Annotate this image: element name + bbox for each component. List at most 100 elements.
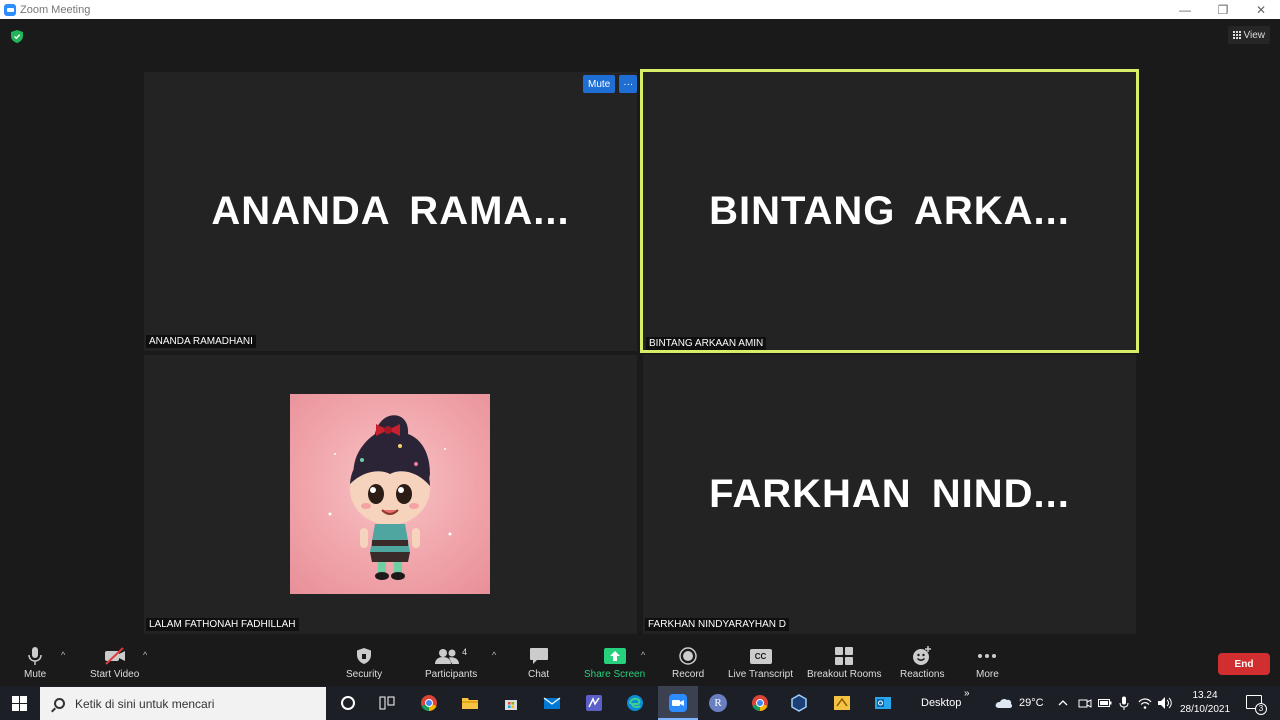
- battery-icon[interactable]: [1098, 698, 1112, 708]
- breakout-rooms-button[interactable]: Breakout Rooms: [807, 646, 881, 680]
- participant-tile-active-speaker[interactable]: BINTANG ARKA... BINTANG ARKAAN AMIN: [640, 69, 1139, 353]
- whiteboard-app-icon[interactable]: [585, 694, 603, 712]
- tile-tools: Mute ···: [583, 75, 638, 93]
- task-view-icon[interactable]: [378, 694, 396, 712]
- restore-button[interactable]: ❐: [1204, 0, 1242, 19]
- show-hidden-icons-chevron-icon[interactable]: [1058, 699, 1068, 707]
- view-button[interactable]: View: [1227, 26, 1270, 44]
- breakout-rooms-icon: [835, 647, 854, 665]
- cartoon-girl-avatar-icon: [328, 415, 452, 580]
- zoom-logo-icon: [4, 3, 16, 16]
- participant-name-label: FARKHAN NINDYARAYHAN D: [645, 618, 789, 631]
- more-label: More: [976, 669, 999, 680]
- mute-button[interactable]: Mute: [24, 646, 46, 680]
- outlook-icon[interactable]: [874, 694, 892, 712]
- wifi-icon[interactable]: [1138, 696, 1152, 710]
- windows-taskbar: Ketik di sini untuk mencari R Desktop » …: [0, 686, 1280, 720]
- weather-cloud-icon[interactable]: [995, 697, 1013, 709]
- end-meeting-button[interactable]: End: [1218, 653, 1270, 675]
- windows-start-icon[interactable]: [12, 696, 27, 711]
- chat-bubble-icon: [529, 648, 548, 664]
- volume-icon[interactable]: [1157, 696, 1173, 710]
- mail-icon[interactable]: [543, 694, 561, 712]
- chrome-icon[interactable]: [420, 694, 438, 712]
- sticky-tools-icon[interactable]: [833, 694, 851, 712]
- share-screen-icon: [603, 648, 626, 664]
- participants-label: Participants: [425, 669, 478, 680]
- share-options-caret-icon[interactable]: ^: [641, 650, 645, 660]
- participant-name-large: ANANDA RAMA...: [211, 189, 570, 233]
- audio-options-caret-icon[interactable]: ^: [61, 650, 65, 660]
- participant-more-button[interactable]: ···: [619, 75, 638, 93]
- chat-label: Chat: [528, 669, 550, 680]
- view-label: View: [1243, 29, 1266, 41]
- r-app-icon[interactable]: R: [709, 694, 727, 712]
- search-placeholder: Ketik di sini untuk mencari: [75, 696, 215, 711]
- notification-count-badge: 3: [1255, 703, 1267, 715]
- record-icon: [679, 647, 697, 665]
- chrome-profile-icon[interactable]: [751, 694, 769, 712]
- more-button[interactable]: More: [976, 646, 999, 680]
- virtualbox-icon[interactable]: [790, 694, 808, 712]
- clock-date: 28/10/2021: [1179, 704, 1231, 715]
- live-transcript-button[interactable]: CC Live Transcript: [728, 646, 793, 680]
- live-transcript-label: Live Transcript: [728, 669, 794, 680]
- encryption-shield-icon[interactable]: [11, 30, 23, 43]
- meet-now-icon[interactable]: [1078, 697, 1092, 709]
- participant-name-large: FARKHAN NIND...: [709, 472, 1070, 516]
- participants-icon: [435, 649, 460, 664]
- window-title: Zoom Meeting: [20, 3, 91, 16]
- participant-tile[interactable]: ANANDA RAMA... ANANDA RAMADHANI: [144, 72, 637, 351]
- participant-tile[interactable]: LALAM FATHONAH FADHILLAH: [144, 355, 637, 634]
- participant-name-label: BINTANG ARKAAN AMIN: [646, 337, 767, 350]
- desktop-toolbar-label[interactable]: Desktop: [921, 686, 961, 720]
- closed-caption-icon: CC: [749, 648, 772, 664]
- participants-options-caret-icon[interactable]: ^: [492, 650, 496, 660]
- share-screen-label: Share Screen: [584, 669, 646, 680]
- security-shield-icon: [357, 648, 372, 664]
- record-label: Record: [672, 669, 705, 680]
- participants-button[interactable]: 4 Participants: [425, 646, 477, 680]
- video-off-icon: [104, 647, 125, 665]
- security-button[interactable]: Security: [346, 646, 382, 680]
- weather-temperature[interactable]: 29°C: [1019, 686, 1044, 720]
- edge-icon[interactable]: [626, 694, 644, 712]
- search-icon: [54, 698, 65, 709]
- zoom-taskbar-app[interactable]: [658, 686, 698, 720]
- grid-view-icon: [1232, 31, 1241, 39]
- microphone-icon: [28, 647, 42, 665]
- microsoft-store-icon[interactable]: [502, 694, 520, 712]
- window-titlebar: Zoom Meeting — ❐ ✕: [0, 0, 1280, 19]
- action-center-icon[interactable]: 3: [1246, 695, 1267, 715]
- mute-label: Mute: [24, 669, 47, 680]
- taskbar-clock[interactable]: 13.24 28/10/2021: [1178, 689, 1232, 717]
- participant-name-label: ANANDA RAMADHANI: [146, 335, 256, 348]
- meeting-toolbar: Mute ^ Start Video ^ Security 4 Particip…: [0, 636, 1280, 686]
- chat-button[interactable]: Chat: [528, 646, 549, 680]
- breakout-rooms-label: Breakout Rooms: [807, 669, 882, 680]
- reactions-label: Reactions: [900, 669, 945, 680]
- reactions-smiley-icon: [913, 646, 932, 665]
- video-options-caret-icon[interactable]: ^: [143, 650, 147, 660]
- tray-microphone-icon[interactable]: [1119, 696, 1129, 710]
- participant-tile[interactable]: FARKHAN NIND... FARKHAN NINDYARAYHAN D: [643, 355, 1136, 634]
- participant-name-label: LALAM FATHONAH FADHILLAH: [146, 618, 299, 631]
- clock-time: 13.24: [1192, 690, 1218, 701]
- file-explorer-icon[interactable]: [461, 694, 479, 712]
- share-screen-button[interactable]: Share Screen: [584, 646, 645, 680]
- cortana-icon[interactable]: [339, 694, 357, 712]
- record-button[interactable]: Record: [672, 646, 704, 680]
- zoom-app-icon: [669, 694, 687, 712]
- security-label: Security: [346, 669, 383, 680]
- minimize-button[interactable]: —: [1166, 0, 1204, 19]
- participant-name-large: BINTANG ARKA...: [709, 189, 1070, 233]
- meeting-area: View ANANDA RAMA... ANANDA RAMADHANI Mut…: [0, 19, 1280, 636]
- mute-participant-button[interactable]: Mute: [583, 75, 616, 93]
- close-button[interactable]: ✕: [1242, 0, 1280, 19]
- reactions-button[interactable]: Reactions: [900, 646, 944, 680]
- toolbar-expand-chevron-icon[interactable]: »: [964, 676, 970, 710]
- taskbar-search-box[interactable]: Ketik di sini untuk mencari: [40, 687, 326, 720]
- profile-picture: [290, 394, 490, 594]
- more-dots-icon: [978, 654, 997, 658]
- start-video-button[interactable]: Start Video: [90, 646, 139, 680]
